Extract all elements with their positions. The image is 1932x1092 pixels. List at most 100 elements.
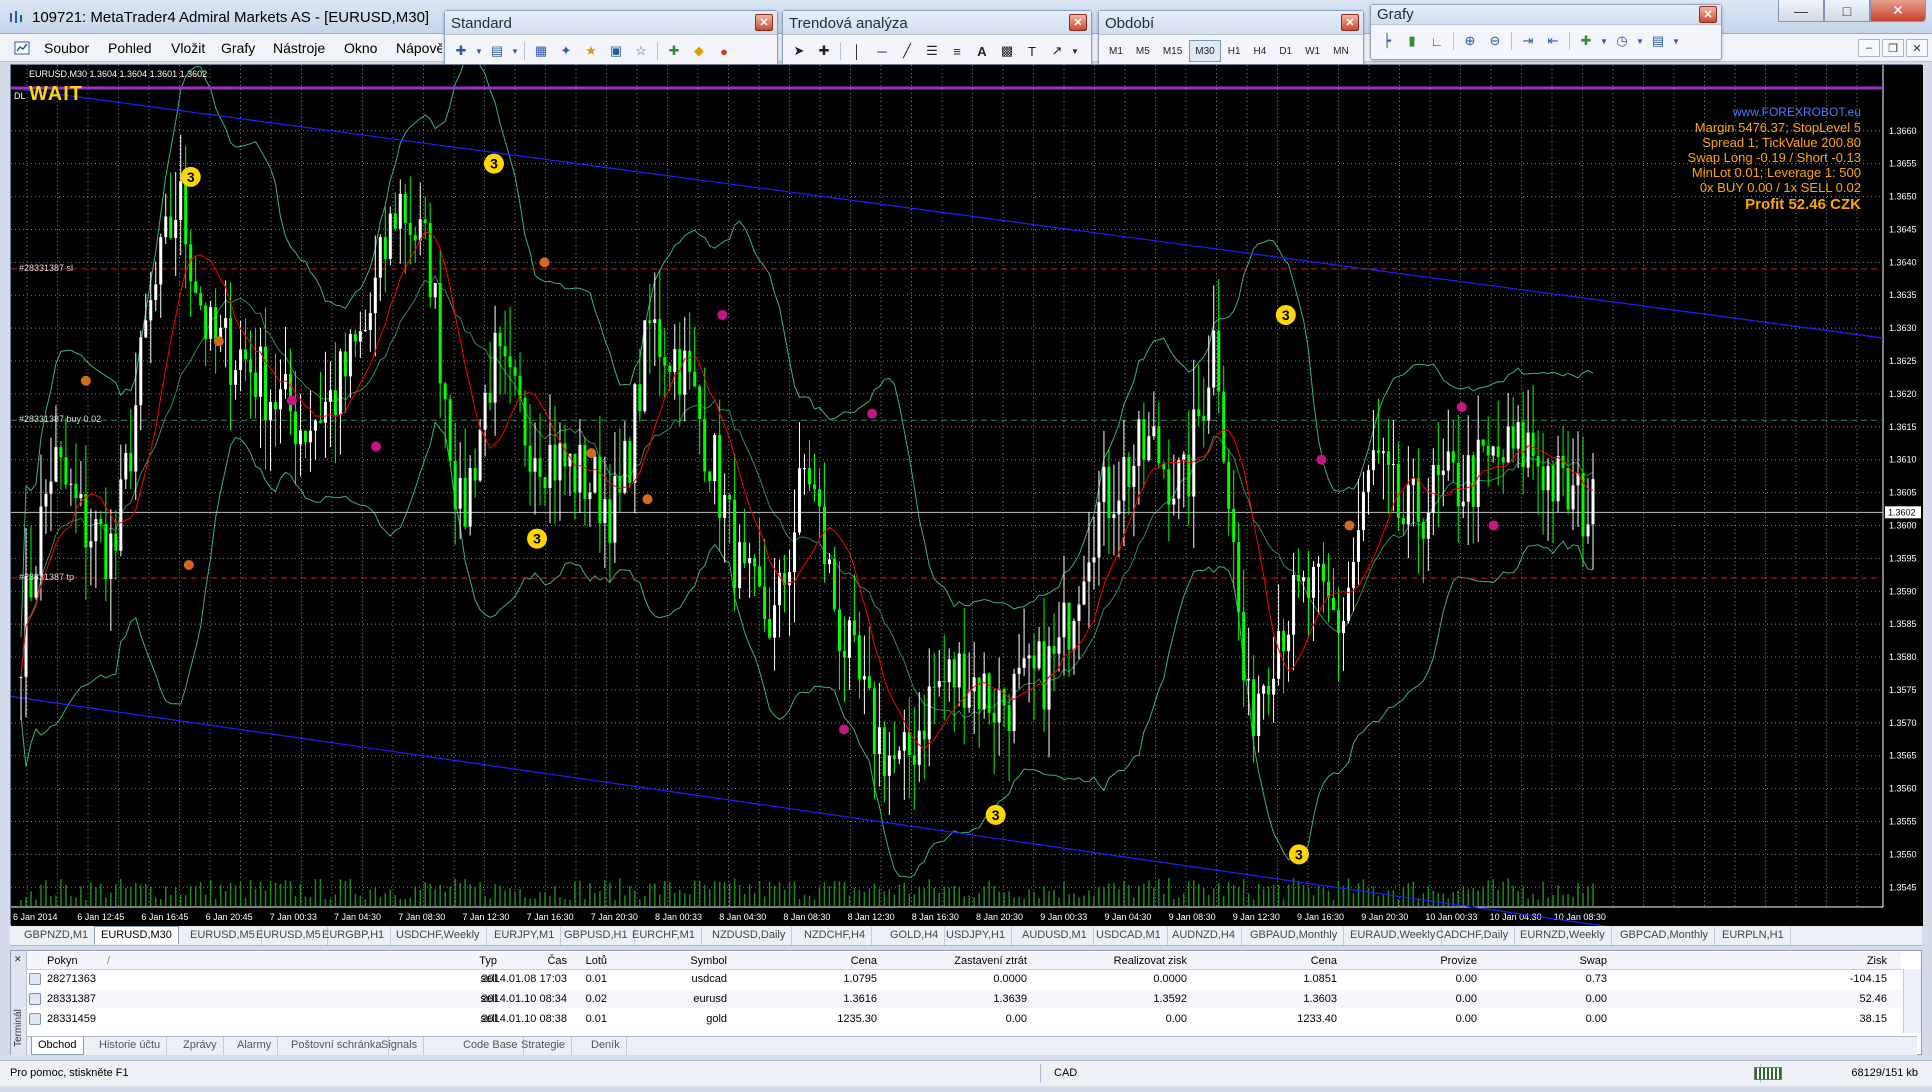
menu-charts[interactable]: Grafy	[221, 40, 255, 56]
column-header[interactable]: Swap	[1487, 955, 1607, 967]
symbol-tab[interactable]: GBPNZD,M1	[18, 927, 96, 945]
label-icon[interactable]: T	[1020, 40, 1044, 62]
period-button-m5[interactable]: M5	[1130, 40, 1156, 62]
column-header[interactable]: Typ	[407, 955, 497, 967]
column-header[interactable]: Realizovat zisk	[1037, 955, 1187, 967]
symbol-tab[interactable]: GOLD,H4	[884, 927, 946, 945]
order-row[interactable]: 28331387 2014.01.10 08:34 sell 0.02 eurusd 1.…	[27, 990, 1901, 1008]
order-row[interactable]: 28271363 2014.01.08 17:03 sell 0.01 usdcad 1.…	[27, 970, 1901, 988]
market-watch-icon[interactable]: ▦	[529, 40, 553, 62]
chevron-down-icon[interactable]: ▼	[1635, 30, 1645, 52]
ea-website-link[interactable]: www.FOREXROBOT.eu	[1688, 105, 1861, 120]
price-chart-canvas[interactable]: 1.3660 1.3655 1.3650 1.3645 1.3640 1.3635 1.36…	[11, 65, 1923, 926]
folder-icon[interactable]: ★	[579, 40, 603, 62]
auto-scroll-icon[interactable]: ⇥	[1516, 30, 1540, 52]
symbol-tab[interactable]: USDJPY,H1	[940, 927, 1013, 945]
periods-clock-icon[interactable]: ◷	[1610, 30, 1634, 52]
arrows-icon[interactable]: ↗	[1045, 40, 1069, 62]
symbol-tab[interactable]: EURPLN,H1	[1716, 927, 1791, 945]
terminal-tab[interactable]: Poštovní schránka	[285, 1037, 389, 1055]
chart-window-icon[interactable]	[14, 40, 30, 56]
chevron-down-icon[interactable]: ▼	[1599, 30, 1609, 52]
terminal-tab[interactable]: Obchod	[31, 1037, 84, 1055]
terminal-icon[interactable]: ▣	[604, 40, 628, 62]
symbol-tab[interactable]: GBPUSD,H1	[558, 927, 635, 945]
horizontal-line-icon[interactable]: ─	[870, 40, 894, 62]
terminal-tab[interactable]: Alarmy	[231, 1037, 279, 1055]
period-button-mn[interactable]: MN	[1327, 40, 1355, 62]
menu-file[interactable]: Soubor	[44, 40, 89, 56]
templates-icon[interactable]: ▤	[1646, 30, 1670, 52]
column-header[interactable]: Symbol	[627, 955, 727, 967]
symbol-tab[interactable]: EURAUD,Weekly	[1344, 927, 1443, 945]
column-header[interactable]: Provize	[1347, 955, 1477, 967]
trend-toolbar-close-button[interactable]: ✕	[1069, 14, 1087, 31]
terminal-tab[interactable]: Deník	[585, 1037, 627, 1055]
minimize-button[interactable]: —	[1778, 0, 1824, 22]
chevron-down-icon[interactable]: ▼	[474, 40, 484, 62]
chart-restore-button[interactable]: ❐	[1882, 39, 1904, 57]
status-profile[interactable]: CAD	[1054, 1067, 1077, 1079]
symbol-tab[interactable]: GBPAUD,Monthly	[1244, 927, 1345, 945]
symbol-tab[interactable]: AUDNZD,H4	[1166, 927, 1242, 945]
charts-toolbar-close-button[interactable]: ✕	[1699, 6, 1717, 23]
vertical-line-icon[interactable]: │	[845, 40, 869, 62]
standard-toolbar-close-button[interactable]: ✕	[755, 14, 773, 31]
autotrading-icon[interactable]: ●	[712, 40, 736, 62]
symbol-tab[interactable]: AUDUSD,M1	[1016, 927, 1094, 945]
symbol-tab[interactable]: EURCHF,M1	[626, 927, 702, 945]
column-header[interactable]: Cena	[1197, 955, 1337, 967]
column-header[interactable]: Zisk	[1627, 955, 1887, 967]
chart-close-button[interactable]: ✕	[1906, 39, 1928, 57]
symbol-tab[interactable]: CADCHF,Daily	[1430, 927, 1516, 945]
symbol-tab[interactable]: EURJPY,M1	[488, 927, 562, 945]
symbol-tab[interactable]: NZDCHF,H4	[798, 927, 873, 945]
symbol-tab[interactable]: GBPCAD,Monthly	[1614, 927, 1716, 945]
chevron-down-icon[interactable]: ▼	[510, 40, 520, 62]
symbol-tab[interactable]: EURNZD,Weekly	[1514, 927, 1612, 945]
period-button-d1[interactable]: D1	[1273, 40, 1298, 62]
bar-chart-icon[interactable]: ┝	[1375, 30, 1399, 52]
period-button-m15[interactable]: M15	[1157, 40, 1188, 62]
terminal-tab[interactable]: Zprávy	[177, 1037, 224, 1055]
period-button-m1[interactable]: M1	[1103, 40, 1129, 62]
period-button-w1[interactable]: W1	[1299, 40, 1326, 62]
period-button-m30[interactable]: M30	[1189, 40, 1221, 62]
line-chart-icon[interactable]: ∟	[1425, 30, 1449, 52]
fibonacci-icon[interactable]: ≡	[945, 40, 969, 62]
menu-insert[interactable]: Vložit	[171, 40, 205, 56]
metaeditor-icon[interactable]: ◆	[687, 40, 711, 62]
column-header[interactable]: Zastavení ztrát	[877, 955, 1027, 967]
period-toolbar-close-button[interactable]: ✕	[1341, 14, 1359, 31]
indicators-icon[interactable]: ✚	[1574, 30, 1598, 52]
trendline-icon[interactable]: ╱	[895, 40, 919, 62]
terminal-scrollbar[interactable]	[1903, 969, 1921, 1033]
close-button[interactable]: ✕	[1870, 0, 1926, 22]
terminal-tab[interactable]: Historie účtu	[93, 1037, 168, 1055]
column-header[interactable]: Lotů	[507, 955, 607, 967]
chart-minimize-button[interactable]: –	[1858, 39, 1880, 57]
symbol-tab[interactable]: NZDUSD,Daily	[706, 927, 793, 945]
terminal-tab[interactable]: Strategie	[515, 1037, 573, 1055]
text-label-icon[interactable]: ▩	[995, 40, 1019, 62]
menu-view[interactable]: Pohled	[108, 40, 152, 56]
price-chart[interactable]: 1.3660 1.3655 1.3650 1.3645 1.3640 1.3635 1.36…	[10, 64, 1923, 926]
symbol-tab[interactable]: USDCAD,M1	[1090, 927, 1168, 945]
order-row[interactable]: 28331459 2014.01.10 08:38 sell 0.01 gold 1235…	[27, 1010, 1901, 1028]
new-order-icon[interactable]: ✚	[662, 40, 686, 62]
terminal-tab[interactable]: Signals	[375, 1037, 425, 1055]
symbol-tab[interactable]: EURGBP,H1	[316, 927, 392, 945]
maximize-button[interactable]: □	[1824, 0, 1870, 22]
crosshair-icon[interactable]: ✚	[812, 40, 836, 62]
strategy-tester-icon[interactable]: ☆	[629, 40, 653, 62]
channel-icon[interactable]: ☰	[920, 40, 944, 62]
menu-window[interactable]: Okno	[344, 40, 377, 56]
zoom-in-icon[interactable]: ⊕	[1458, 30, 1482, 52]
cursor-icon[interactable]: ➤	[787, 40, 811, 62]
chart-shift-icon[interactable]: ⇤	[1541, 30, 1565, 52]
column-header[interactable]: Pokyn	[47, 955, 78, 967]
period-button-h1[interactable]: H1	[1222, 40, 1247, 62]
new-chart-icon[interactable]: ✚	[449, 40, 473, 62]
candlestick-icon[interactable]: ▮	[1400, 30, 1424, 52]
period-button-h4[interactable]: H4	[1248, 40, 1273, 62]
